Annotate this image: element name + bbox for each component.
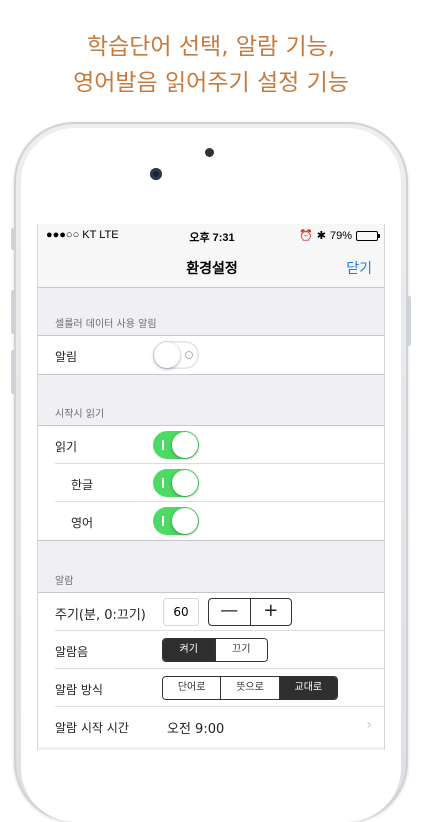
sound-option-on[interactable]: 켜기 <box>163 639 215 661</box>
read-label: 읽기 <box>55 440 78 454</box>
front-camera <box>150 168 162 180</box>
volume-down-button <box>11 350 15 394</box>
english-toggle[interactable] <box>153 507 199 535</box>
method-segmented-control: 단어로 뜻으로 교대로 <box>162 676 338 700</box>
toggle-knob <box>172 508 198 534</box>
sound-label: 알람음 <box>55 645 89 659</box>
toggle-off-ring <box>185 351 193 359</box>
start-time-label: 알람 시작 시간 <box>55 721 129 735</box>
toggle-on-bar <box>162 478 164 488</box>
read-toggle[interactable] <box>153 431 199 459</box>
mute-switch <box>11 228 15 250</box>
divider <box>38 540 384 541</box>
divider <box>38 374 384 375</box>
close-button[interactable]: 닫기 <box>346 258 372 278</box>
status-right: ⏰ ✱ 79% <box>299 229 380 242</box>
toggle-knob <box>172 432 198 458</box>
power-button <box>407 296 411 346</box>
toggle-on-bar <box>162 440 164 450</box>
row-alarm-sound: 알람음 켜기 끄기 <box>38 631 384 669</box>
toggle-knob <box>154 342 180 368</box>
stepper-plus-button[interactable]: + <box>249 599 292 625</box>
row-cellular-alarm: 알림 <box>38 336 384 374</box>
promo-line-1: 학습단어 선택, 알람 기능, <box>86 34 336 60</box>
period-value-field[interactable]: 60 <box>163 598 199 626</box>
korean-toggle[interactable] <box>153 469 199 497</box>
toggle-on-bar <box>162 516 164 526</box>
sound-option-off[interactable]: 끄기 <box>214 639 267 661</box>
cellular-alarm-label: 알림 <box>55 350 78 364</box>
app-screen: ●●●○○ KT LTE 오후 7:31 ⏰ ✱ 79% 환경설정 닫기 셀룰러… <box>37 224 385 750</box>
row-alarm-method: 알람 방식 단어로 뜻으로 교대로 <box>38 669 384 707</box>
chevron-right-icon: › <box>366 717 372 733</box>
stepper-minus-button[interactable]: — <box>209 599 250 625</box>
period-stepper: — + <box>208 598 292 626</box>
row-read-english: 영어 <box>38 502 384 540</box>
navigation-bar: 환경설정 닫기 <box>38 246 384 288</box>
method-option-alternate[interactable]: 교대로 <box>278 677 337 699</box>
section-header-cellular: 셀룰러 데이터 사용 알림 <box>55 319 157 330</box>
bluetooth-icon: ✱ <box>316 230 326 242</box>
volume-up-button <box>11 290 15 334</box>
page-title: 환경설정 <box>186 261 238 277</box>
sound-segmented-control: 켜기 끄기 <box>162 638 268 662</box>
battery-icon <box>356 230 380 241</box>
section-header-alarm: 알람 <box>55 576 74 587</box>
korean-label: 한글 <box>71 478 94 492</box>
start-time-value: 오전 9:00 <box>167 722 225 737</box>
row-alarm-period: 주기(분, 0:끄기) 60 — + <box>38 593 384 631</box>
section-header-startup: 시작시 읽기 <box>55 409 105 420</box>
english-label: 영어 <box>71 516 94 530</box>
row-read-korean: 한글 <box>38 464 384 502</box>
row-alarm-start-time[interactable]: 알람 시작 시간 오전 9:00 › <box>38 707 384 747</box>
row-read: 읽기 <box>38 426 384 464</box>
alarm-clock-icon: ⏰ <box>299 230 313 242</box>
cellular-alarm-toggle[interactable] <box>153 341 199 369</box>
period-label: 주기(분, 0:끄기) <box>55 608 146 623</box>
battery-percent: 79% <box>329 229 352 242</box>
method-label: 알람 방식 <box>55 683 103 697</box>
speaker-dot <box>205 148 214 157</box>
toggle-knob <box>172 470 198 496</box>
method-option-word[interactable]: 단어로 <box>163 677 221 699</box>
promo-line-2: 영어발음 읽어주기 설정 기능 <box>73 70 349 96</box>
status-bar: ●●●○○ KT LTE 오후 7:31 ⏰ ✱ 79% <box>38 224 384 246</box>
method-option-meaning[interactable]: 뜻으로 <box>220 677 279 699</box>
